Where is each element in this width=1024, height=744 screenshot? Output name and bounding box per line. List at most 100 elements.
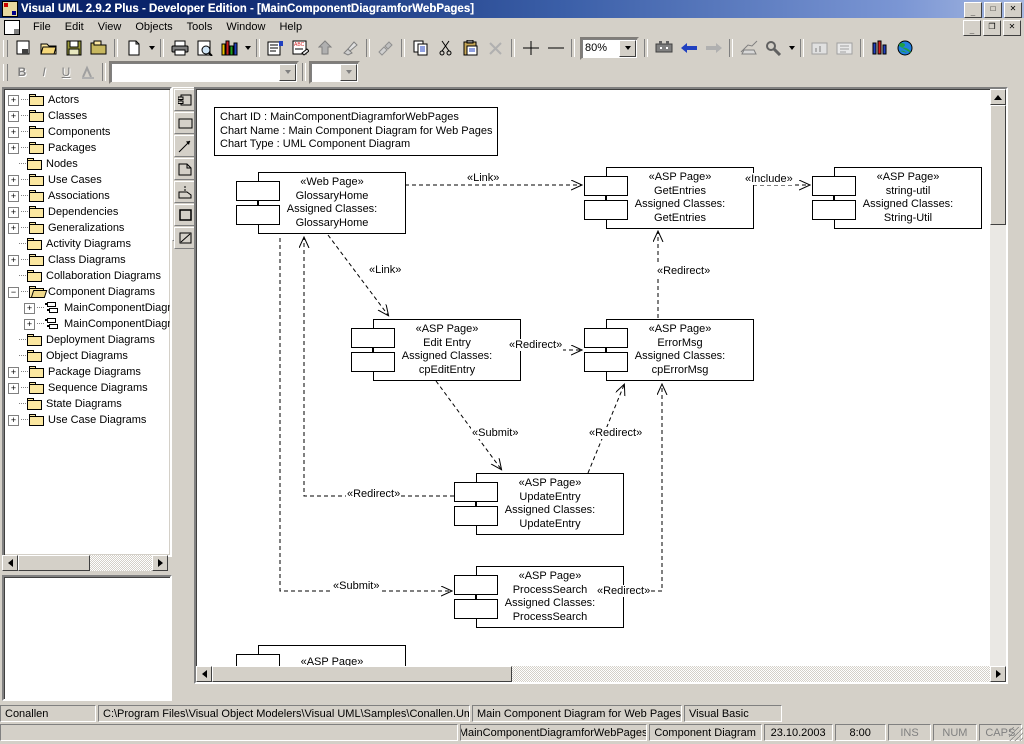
italic-button[interactable]: I xyxy=(33,62,55,82)
tree-item[interactable]: Deployment Diagrams xyxy=(8,332,170,348)
maximize-button[interactable]: □ xyxy=(984,2,1002,18)
tree-expander-icon[interactable]: + xyxy=(8,414,19,426)
minimize-button[interactable]: _ xyxy=(964,2,982,18)
menu-item-view[interactable]: View xyxy=(91,19,129,35)
tree-item[interactable]: + Use Cases xyxy=(8,172,170,188)
remove-icon[interactable] xyxy=(543,36,568,60)
cut-icon[interactable] xyxy=(433,36,458,60)
canvas-hscroll-track[interactable] xyxy=(512,666,990,682)
component-node[interactable]: «Web Page» GlossaryHome Assigned Classes: G… xyxy=(236,172,406,234)
tree-expander-icon[interactable]: + xyxy=(8,110,19,122)
tree-item[interactable]: + Generalizations xyxy=(8,220,170,236)
box-tool-icon[interactable] xyxy=(174,204,196,226)
tree-item[interactable]: + MainComponentDiagr xyxy=(8,316,170,332)
tree-item[interactable]: + Use Case Diagrams xyxy=(8,412,170,428)
generate-code-icon[interactable] xyxy=(651,36,676,60)
options-dropdown[interactable] xyxy=(786,37,797,59)
canvas-vscroll-thumb[interactable] xyxy=(990,105,1006,225)
close-button[interactable]: ✕ xyxy=(1004,2,1022,18)
node-tool-icon[interactable] xyxy=(174,112,196,134)
edge-label[interactable]: «Link» xyxy=(368,264,403,276)
canvas-scroll-up-button[interactable] xyxy=(990,89,1006,105)
component-body[interactable]: «ASP Page» Edit Entry Assigned Classes: cpE… xyxy=(373,319,521,381)
tree-item[interactable]: Collaboration Diagrams xyxy=(8,268,170,284)
tree-item[interactable]: + Sequence Diagrams xyxy=(8,380,170,396)
print-icon[interactable] xyxy=(167,36,192,60)
document-icon[interactable] xyxy=(4,19,20,35)
canvas-hscrollbar[interactable] xyxy=(196,666,1006,682)
canvas-scroll-right-button[interactable] xyxy=(990,666,1006,682)
tree-hscrollbar[interactable] xyxy=(2,555,168,571)
font-family-combo[interactable] xyxy=(109,60,299,84)
anchor-tool-icon[interactable] xyxy=(174,181,196,203)
tree-expander-icon[interactable]: + xyxy=(8,206,19,218)
list-view-icon[interactable] xyxy=(832,36,857,60)
tree-item[interactable]: + Components xyxy=(8,124,170,140)
tree-scroll-left-button[interactable] xyxy=(2,555,18,571)
tree-scroll-thumb[interactable] xyxy=(18,555,90,571)
component-body[interactable]: «ASP Page» GetEntries Assigned Classes: Get… xyxy=(606,167,754,229)
new-document-dropdown[interactable] xyxy=(146,37,157,59)
canvas-scroll-left-button[interactable] xyxy=(196,666,212,682)
association-tool-icon[interactable] xyxy=(174,135,196,157)
tree-item[interactable]: State Diagrams xyxy=(8,396,170,412)
tree-item[interactable]: Activity Diagrams xyxy=(8,236,170,252)
note-tool-icon[interactable] xyxy=(174,158,196,180)
component-node[interactable]: «ASP Page» string-util Assigned Classes: St… xyxy=(812,167,982,229)
reports-icon[interactable] xyxy=(217,36,242,60)
add-icon[interactable] xyxy=(518,36,543,60)
chart-info-box[interactable]: Chart ID : MainComponentDiagramforWebPag… xyxy=(214,107,499,156)
tree-expander-icon[interactable]: + xyxy=(24,318,35,330)
tree-expander-icon[interactable]: + xyxy=(8,366,19,378)
font-size-combo[interactable] xyxy=(309,60,360,84)
new-document-icon[interactable] xyxy=(121,36,146,60)
tree-item[interactable]: Nodes xyxy=(8,156,170,172)
tree-item[interactable]: + Class Diagrams xyxy=(8,252,170,268)
forward-arrow-icon[interactable] xyxy=(701,36,726,60)
tree-item[interactable]: + Classes xyxy=(8,108,170,124)
font-color-icon[interactable] xyxy=(77,62,99,82)
tree-scroll-track[interactable] xyxy=(90,555,152,571)
tree-item[interactable]: + Package Diagrams xyxy=(8,364,170,380)
component-body[interactable]: «ASP Page» ErrorMsg Assigned Classes: cpErr… xyxy=(606,319,754,381)
menu-item-file[interactable]: File xyxy=(26,19,58,35)
component-body[interactable]: «ASP Page» UpdateEntry Assigned Classes: Up… xyxy=(476,473,624,535)
component-node[interactable]: «ASP Page» Edit Entry Assigned Classes: cpE… xyxy=(351,319,521,381)
bold-button[interactable]: B xyxy=(11,62,33,82)
metrics-icon[interactable] xyxy=(867,36,892,60)
notes-icon[interactable]: ABC xyxy=(288,36,313,60)
mdi-restore-button[interactable]: ❐ xyxy=(983,20,1001,36)
toolbar-grip[interactable] xyxy=(3,39,8,57)
tree-item[interactable]: Object Diagrams xyxy=(8,348,170,364)
edge-label[interactable]: «Redirect» xyxy=(346,488,402,500)
format-toolbar-grip[interactable] xyxy=(3,63,8,81)
mdi-minimize-button[interactable]: _ xyxy=(963,20,981,36)
edge-label[interactable]: «Redirect» xyxy=(596,585,652,597)
edge-label[interactable]: «Submit» xyxy=(471,427,520,439)
tree-item[interactable]: + Dependencies xyxy=(8,204,170,220)
component-body[interactable]: «ASP Page» ProcessSearch Assigned Classes:… xyxy=(476,566,624,628)
tree-item[interactable]: + MainComponentDiagr xyxy=(8,300,170,316)
tree-expander-icon[interactable]: + xyxy=(8,254,19,266)
edge-label[interactable]: «Link» xyxy=(466,172,501,184)
edge-label[interactable]: «Submit» xyxy=(332,580,381,592)
tree-item[interactable]: − Component Diagrams xyxy=(8,284,170,300)
menu-item-objects[interactable]: Objects xyxy=(128,19,179,35)
line-tool-icon[interactable] xyxy=(174,227,196,249)
tree-expander-icon[interactable]: + xyxy=(8,126,19,138)
properties-icon[interactable] xyxy=(263,36,288,60)
promote-icon[interactable] xyxy=(313,36,338,60)
canvas-hscroll-thumb[interactable] xyxy=(212,666,512,682)
edge-label[interactable]: «Include» xyxy=(744,173,794,185)
menu-item-edit[interactable]: Edit xyxy=(58,19,91,35)
diagram-canvas[interactable]: Chart ID : MainComponentDiagramforWebPag… xyxy=(194,87,1008,684)
underline-button[interactable]: U xyxy=(55,62,77,82)
new-project-icon[interactable] xyxy=(11,36,36,60)
menu-item-tools[interactable]: Tools xyxy=(180,19,220,35)
tree-expander-icon[interactable]: + xyxy=(8,222,19,234)
font-family-dropdown-button[interactable] xyxy=(279,63,296,81)
reports-dropdown[interactable] xyxy=(242,37,253,59)
open-project-icon[interactable] xyxy=(86,36,111,60)
tree-expander-icon[interactable]: + xyxy=(8,382,19,394)
project-tree-panel[interactable]: + Actors + Classes + Components + Packages Nodes… xyxy=(2,87,172,557)
